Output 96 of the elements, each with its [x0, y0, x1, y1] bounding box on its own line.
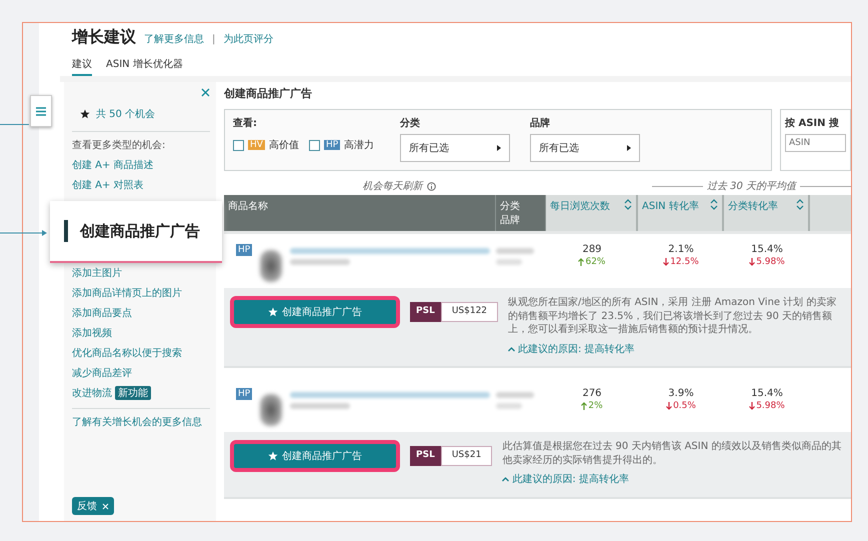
- column-header[interactable]: 每日浏览次数: [546, 195, 638, 231]
- close-icon[interactable]: [201, 88, 210, 97]
- leader-line: [0, 124, 29, 125]
- metric-value: 15.4%: [751, 388, 783, 399]
- product-image-placeholder: [260, 394, 282, 426]
- section-label: 查看更多类型的机会:: [72, 138, 166, 152]
- change-value: 12.5%: [663, 257, 699, 267]
- opportunity-link[interactable]: 减少商品差评: [72, 366, 132, 380]
- column-header[interactable]: 分类转化率: [724, 195, 810, 231]
- menu-icon: [36, 106, 46, 116]
- reason-link[interactable]: 此建议的原因: 提高转化率: [512, 473, 629, 486]
- section-title: 创建商品推广广告: [224, 86, 313, 101]
- down-arrow-icon: [749, 258, 756, 266]
- info-icon: [426, 182, 436, 190]
- opportunity-link[interactable]: 优化商品名称以便于搜索: [72, 346, 182, 360]
- average-note: 过去 30 天的平均值: [706, 180, 796, 193]
- column-header: 商品名称: [228, 200, 269, 213]
- new-badge: 新功能: [115, 386, 151, 400]
- description-text: 此估算值是根据您在过去 90 天内销售该 ASIN 的绩效以及销售类似商品的其他卖家经历的实际销售提升得出的。: [502, 440, 842, 467]
- caret-icon: [627, 145, 632, 151]
- up-arrow-icon: [581, 402, 588, 410]
- metric-value: 15.4%: [751, 244, 783, 255]
- change-value: 2%: [581, 401, 603, 411]
- checkbox[interactable]: [308, 140, 320, 150]
- filter-label: 查看:: [233, 116, 258, 130]
- metric-value: 3.9%: [668, 388, 694, 399]
- star-icon: [80, 109, 90, 119]
- caret-icon: [508, 346, 516, 352]
- opportunity-link[interactable]: 创建 A+ 商品描述: [72, 158, 154, 172]
- checkbox-label: 高价值: [268, 138, 299, 152]
- tag-badge: HV: [248, 140, 265, 150]
- create-ad-button[interactable]: 创建商品推广广告: [230, 440, 400, 472]
- table-header-cell: [810, 195, 851, 231]
- psl-label: PSL: [410, 446, 441, 466]
- tab[interactable]: 建议: [72, 54, 92, 76]
- refresh-note: 机会每天刷新: [362, 180, 422, 193]
- column-header: 分类: [500, 200, 521, 213]
- dropdown-label: 品牌: [530, 116, 552, 130]
- dropdown[interactable]: 所有已选: [400, 134, 510, 162]
- feedback-button[interactable]: 反馈: [72, 497, 114, 515]
- separator: |: [212, 34, 216, 45]
- caret-icon: [497, 145, 502, 151]
- down-arrow-icon: [663, 258, 670, 266]
- accent-bar: [64, 220, 68, 242]
- redacted-category: [496, 392, 534, 409]
- dropdown-label: 分类: [400, 116, 422, 130]
- opportunity-link[interactable]: 添加商品要点: [72, 306, 132, 320]
- leader-arrow: [0, 228, 48, 238]
- amount-value: US$122: [440, 302, 498, 322]
- redacted-category: [496, 248, 534, 265]
- sort-icon: [624, 199, 632, 210]
- metric-value: 276: [582, 388, 602, 399]
- close-icon: [102, 502, 109, 510]
- tag-badge: HP: [324, 140, 340, 150]
- tag-badge: HP: [236, 244, 252, 256]
- tab[interactable]: ASIN 增长优化器: [106, 54, 183, 76]
- create-ad-button[interactable]: 创建商品推广广告: [230, 296, 400, 328]
- caret-icon: [502, 477, 510, 482]
- checkbox-label: 高潜力: [344, 138, 374, 152]
- up-arrow-icon: [578, 258, 584, 266]
- change-value: 0.5%: [666, 401, 696, 411]
- callout-title: 创建商品推广广告: [80, 222, 200, 240]
- search-label: 按 ASIN 搜: [785, 116, 840, 130]
- change-value: 62%: [578, 257, 606, 267]
- reason-link[interactable]: 此建议的原因: 提高转化率: [518, 342, 635, 356]
- dropdown[interactable]: 所有已选: [530, 134, 640, 162]
- learn-more-link[interactable]: 了解有关增长机会的更多信息: [72, 415, 210, 429]
- column-subheader: 品牌: [500, 214, 521, 227]
- down-arrow-icon: [666, 402, 672, 410]
- search-field[interactable]: ASIN: [785, 134, 846, 152]
- star-icon: [268, 307, 278, 317]
- amount-value: US$21: [440, 446, 492, 466]
- checkbox[interactable]: [233, 140, 244, 150]
- sort-icon: [796, 199, 804, 210]
- opportunity-link[interactable]: 创建 A+ 对照表: [72, 178, 144, 192]
- psl-label: PSL: [410, 302, 441, 322]
- header-link[interactable]: 为此页评分: [223, 32, 274, 46]
- page-title: 增长建议: [72, 27, 136, 48]
- down-arrow-icon: [749, 402, 756, 410]
- opportunity-link[interactable]: 改进物流: [72, 386, 112, 400]
- opportunity-link[interactable]: 添加视频: [72, 326, 112, 340]
- menu-button[interactable]: [30, 95, 52, 127]
- tag-badge: HP: [236, 388, 252, 400]
- sort-icon: [710, 199, 718, 210]
- star-icon: [268, 451, 278, 461]
- metric-value: 2.1%: [668, 244, 694, 255]
- opportunity-count[interactable]: 共 50 个机会: [96, 107, 156, 121]
- product-image-placeholder: [260, 250, 282, 282]
- change-value: 5.98%: [749, 257, 785, 267]
- change-value: 5.98%: [749, 401, 785, 411]
- header-link[interactable]: 了解更多信息: [144, 32, 204, 46]
- metric-value: 289: [582, 244, 602, 255]
- column-header[interactable]: ASIN 转化率: [638, 195, 724, 231]
- description-text: 纵观您所在国家/地区的所有 ASIN，采用 注册 Amazon Vine 计划 的卖家的销售额平均增长了 23.5%，我们已将该增长到了您过去 90 天的销售额上，您可以看到采取这一措施后销售额的预计提升情况。: [508, 296, 838, 336]
- opportunity-link[interactable]: 添加主图片: [72, 266, 122, 280]
- opportunity-link[interactable]: 添加商品详情页上的图片: [72, 286, 182, 300]
